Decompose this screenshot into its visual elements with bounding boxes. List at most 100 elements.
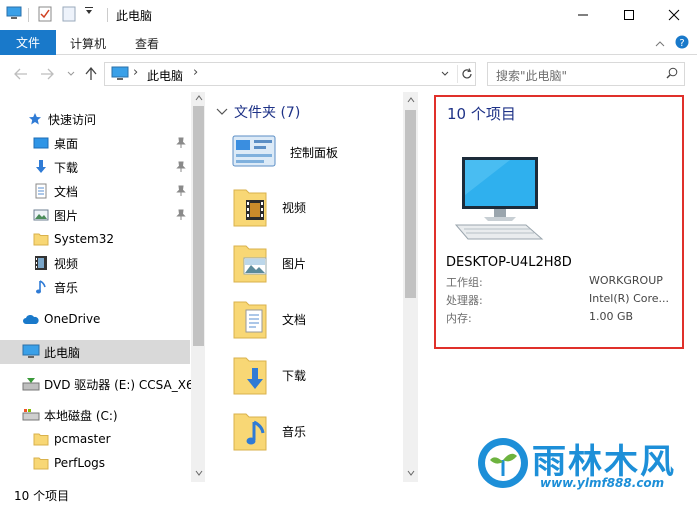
nav-item-desktop[interactable]: 桌面 (0, 131, 190, 155)
nav-item-dvd-drive[interactable]: DVD 驱动器 (E:) CCSA_X64 (0, 372, 201, 396)
computer-icon (22, 343, 40, 361)
forward-button[interactable] (38, 65, 56, 83)
list-item-documents[interactable]: 文档 (232, 294, 412, 344)
chevron-right-icon[interactable]: › (193, 65, 198, 80)
nav-item-label: OneDrive (44, 312, 101, 326)
nav-item-perflogs[interactable]: PerfLogs (0, 451, 190, 475)
maximize-button[interactable] (606, 0, 652, 30)
prop-value-processor: Intel(R) Core... (589, 292, 670, 305)
details-pane: 10 个项目 DESKTOP-U4L2H8D 工作组: WORKGROUP 处理… (434, 95, 684, 349)
scroll-down-icon[interactable] (407, 470, 415, 476)
address-location[interactable]: 此电脑 (147, 67, 183, 84)
star-icon (26, 110, 44, 128)
new-folder-icon[interactable] (62, 6, 76, 22)
search-placeholder: 搜索"此电脑" (496, 69, 568, 83)
list-item-control-panel[interactable]: 控制面板 (232, 127, 412, 177)
nav-item-label: 快速访问 (48, 112, 97, 127)
close-button[interactable] (651, 0, 697, 30)
picture-folder-icon (232, 240, 268, 287)
pin-icon[interactable] (176, 185, 186, 200)
properties-icon[interactable] (38, 6, 52, 22)
document-icon (32, 182, 50, 200)
content-pane: 文件夹 (7) 控制面板 视频 图片 文档 下载 音乐 (214, 92, 419, 482)
details-item-count: 10 个项目 (447, 105, 516, 123)
nav-item-label: DVD 驱动器 (E:) CCSA_X64 (44, 377, 202, 392)
up-button[interactable] (82, 65, 100, 83)
content-scroll-thumb[interactable] (405, 110, 416, 298)
navigation-pane: 快速访问 桌面 下载 文档 图片 System32 视频 音乐 OneDrive… (0, 92, 205, 482)
nav-item-videos[interactable]: 视频 (0, 251, 190, 275)
nav-item-pcmaster[interactable]: pcmaster (0, 427, 190, 451)
customize-toolbar-icon[interactable] (84, 6, 94, 16)
nav-item-downloads[interactable]: 下载 (0, 155, 190, 179)
ribbon-tabs: 文件 计算机 查看 ? (0, 30, 697, 55)
nav-scroll-thumb[interactable] (193, 106, 204, 346)
list-item-music[interactable]: 音乐 (232, 406, 412, 456)
nav-item-onedrive[interactable]: OneDrive (0, 307, 190, 331)
list-item-label: 视频 (282, 200, 307, 215)
nav-item-label: 下载 (54, 160, 79, 175)
pin-icon[interactable] (176, 137, 186, 152)
chevron-down-icon[interactable] (216, 108, 228, 116)
refresh-icon[interactable] (457, 65, 475, 83)
tab-view[interactable]: 查看 (135, 35, 159, 52)
cloud-icon (22, 310, 40, 328)
dvd-icon (22, 375, 40, 393)
status-item-count: 10 个项目 (14, 489, 70, 503)
nav-item-label: System32 (54, 232, 115, 246)
nav-item-label: PerfLogs (54, 456, 106, 470)
ribbon-controls: ? (655, 35, 689, 52)
nav-item-this-pc[interactable]: 此电脑 (0, 340, 190, 364)
address-bar[interactable]: › 此电脑 › (104, 62, 476, 86)
window-title: 此电脑 (116, 9, 153, 23)
chevron-down-icon[interactable] (440, 66, 450, 83)
computer-name: DESKTOP-U4L2H8D (446, 255, 572, 270)
folder-icon (32, 430, 50, 448)
nav-item-label: pcmaster (54, 432, 111, 446)
nav-item-local-disk[interactable]: 本地磁盘 (C:) (0, 403, 190, 427)
nav-item-music[interactable]: 音乐 (0, 275, 190, 299)
group-header-label: 文件夹 (7) (234, 105, 301, 121)
disk-icon (22, 406, 40, 424)
computer-icon[interactable] (6, 6, 22, 20)
pin-icon[interactable] (176, 161, 186, 176)
chevron-right-icon[interactable]: › (133, 65, 138, 80)
prop-label-workgroup: 工作组: (446, 276, 483, 289)
navigation-bar: › 此电脑 › 搜索"此电脑" (0, 56, 697, 92)
nav-item-documents[interactable]: 文档 (0, 179, 190, 203)
list-item-label: 音乐 (282, 424, 307, 439)
folder-icon (32, 454, 50, 472)
tab-file[interactable]: 文件 (0, 30, 56, 55)
search-input[interactable]: 搜索"此电脑" (487, 62, 685, 86)
search-icon[interactable] (666, 67, 678, 82)
download-folder-icon (232, 352, 268, 399)
help-icon[interactable]: ? (675, 35, 689, 52)
nav-item-pictures[interactable]: 图片 (0, 203, 190, 227)
list-item-videos[interactable]: 视频 (232, 182, 412, 232)
nav-scrollbar[interactable] (191, 92, 205, 482)
scroll-down-icon[interactable] (195, 470, 203, 476)
list-item-label: 下载 (282, 368, 307, 383)
nav-item-system32[interactable]: System32 (0, 227, 190, 251)
group-header-folders[interactable]: 文件夹 (7) (216, 102, 300, 122)
document-folder-icon (232, 296, 268, 343)
music-folder-icon (232, 408, 268, 455)
list-item-pictures[interactable]: 图片 (232, 238, 412, 288)
scroll-up-icon[interactable] (195, 95, 203, 101)
nav-item-label: 图片 (54, 208, 79, 223)
content-scrollbar[interactable] (403, 92, 418, 482)
nav-item-quick-access[interactable]: 快速访问 (0, 107, 190, 131)
music-icon (32, 278, 50, 296)
control-panel-icon (232, 135, 276, 170)
pin-icon[interactable] (176, 209, 186, 224)
minimize-button[interactable] (560, 0, 606, 30)
prop-value-memory: 1.00 GB (589, 310, 634, 323)
nav-item-label: 视频 (54, 256, 79, 271)
list-item-label: 文档 (282, 312, 307, 327)
tab-computer[interactable]: 计算机 (70, 35, 106, 52)
back-button[interactable] (12, 65, 30, 83)
scroll-up-icon[interactable] (407, 97, 415, 103)
list-item-downloads[interactable]: 下载 (232, 350, 412, 400)
expand-ribbon-icon[interactable] (655, 37, 665, 51)
recent-locations-icon[interactable] (62, 65, 80, 83)
